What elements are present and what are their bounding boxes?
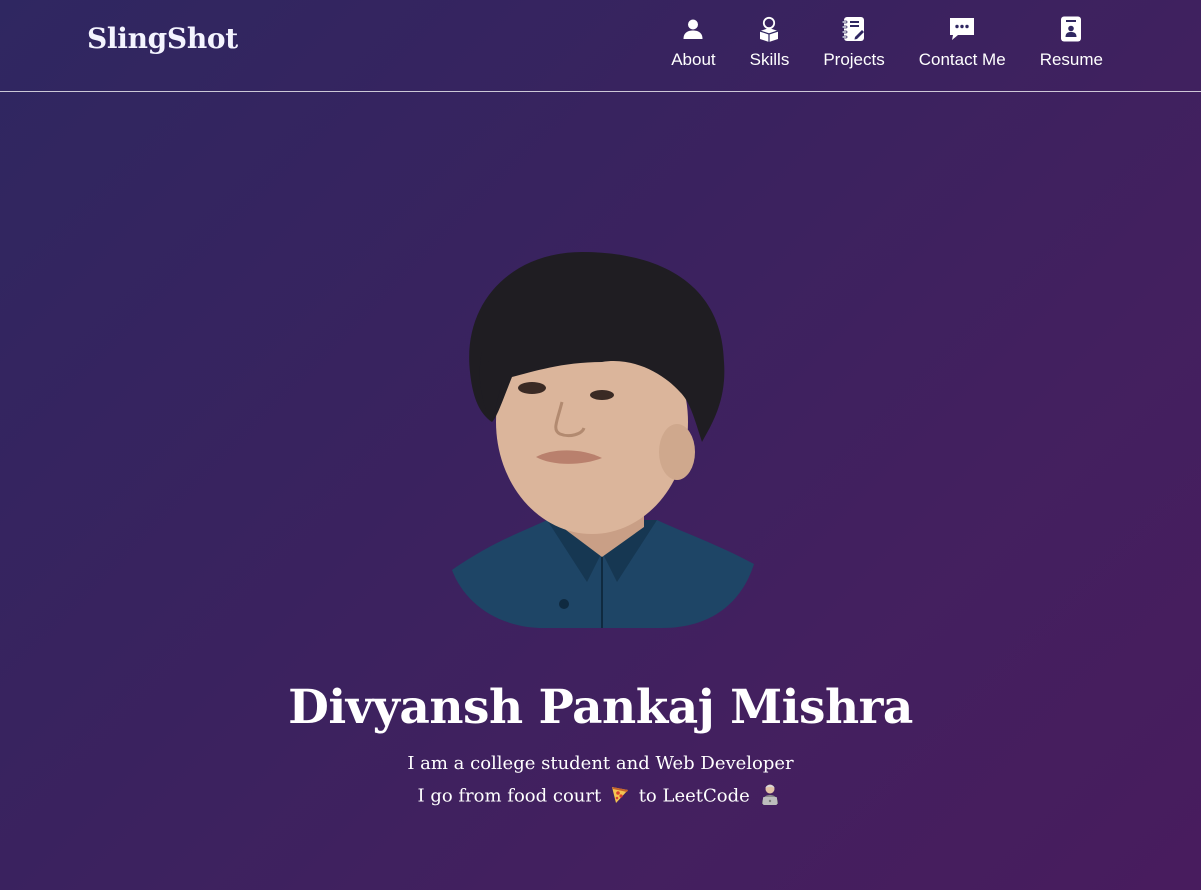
- hero-tagline-1: I am a college student and Web Developer: [407, 753, 794, 774]
- nav-item-skills[interactable]: Skills: [749, 16, 790, 70]
- nav-item-resume[interactable]: Resume: [1040, 16, 1103, 70]
- nav-label-resume: Resume: [1039, 50, 1103, 69]
- technologist-icon: [759, 783, 781, 810]
- nav-links: About Skills Projects Contact Me Resume: [671, 16, 1103, 70]
- nav-label-skills: Skills: [749, 50, 790, 69]
- profile-photo: [452, 252, 754, 628]
- nav-item-contact[interactable]: Contact Me: [919, 16, 1006, 70]
- lightbulb-box-icon: [756, 16, 782, 42]
- nav-label-contact: Contact Me: [918, 50, 1006, 69]
- nav-item-projects[interactable]: Projects: [823, 16, 885, 70]
- hero-tagline-2-end: to LeetCode: [638, 785, 750, 807]
- hero-name: Divyansh Pankaj Mishra: [288, 680, 913, 735]
- hero-tagline-2: I go from food court to LeetCode: [0, 783, 1201, 810]
- brand-logo[interactable]: SlingShot: [87, 22, 238, 55]
- navbar: SlingShot About Skills Projects Contact …: [0, 0, 1201, 92]
- nav-item-about[interactable]: About: [671, 16, 716, 70]
- notebook-icon: [841, 16, 867, 42]
- pizza-icon: [610, 784, 630, 809]
- resume-document-icon: [1058, 16, 1084, 42]
- nav-label-projects: Projects: [823, 50, 885, 69]
- hero-tagline-2-start: I go from food court: [417, 785, 602, 807]
- chat-bubble-icon: [949, 16, 975, 42]
- nav-label-about: About: [671, 50, 716, 69]
- person-icon: [680, 16, 706, 42]
